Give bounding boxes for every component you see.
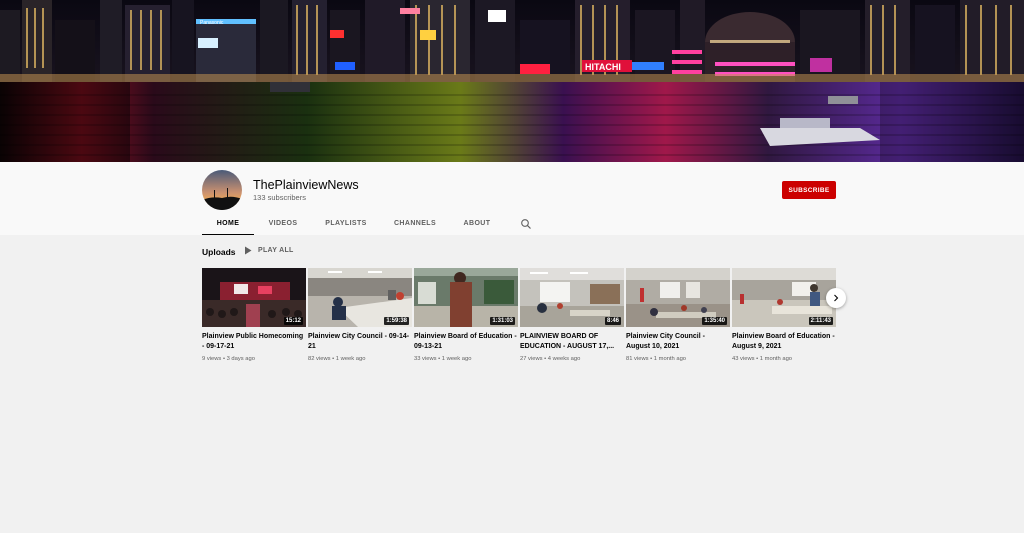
video-duration: 15:12 [283,317,303,325]
avatar-image [202,170,242,210]
video-meta: 33 views • 1 week ago [414,356,472,362]
shelf-next-button[interactable] [826,288,846,308]
channel-banner: HITACHI Panasonic [0,0,1024,162]
video-duration: 1:31:03 [490,317,515,325]
video-title[interactable]: Plainview City Council - 09-14-21 [308,332,412,352]
video-card[interactable]: 2:11:43 Plainview Board of Education - A… [732,268,836,362]
video-duration: 8:46 [604,317,621,325]
channel-header: ThePlainviewNews 133 subscribers SUBSCRI… [0,162,1024,235]
video-title[interactable]: Plainview Board of Education - August 9,… [732,332,836,352]
video-card[interactable]: 1:31:03 Plainview Board of Education - 0… [414,268,518,362]
play-all-button[interactable]: PLAY ALL [244,246,294,255]
search-icon[interactable] [520,217,532,229]
video-title[interactable]: Plainview City Council - August 10, 2021 [626,332,730,352]
banner-image: HITACHI Panasonic [0,0,1024,162]
video-title[interactable]: Plainview Board of Education - 09-13-21 [414,332,518,352]
video-title[interactable]: Plainview Public Homecoming - 09-17-21 [202,332,306,352]
channel-name: ThePlainviewNews [253,178,359,192]
video-thumbnail[interactable]: 1:35:40 [626,268,730,327]
channel-home-content: Uploads PLAY ALL 15:12 Plainview Public … [0,235,1024,533]
video-duration: 1:59:38 [384,317,409,325]
tab-channels[interactable]: CHANNELS [388,212,442,235]
video-thumbnail[interactable]: 1:59:38 [308,268,412,327]
video-meta: 43 views • 1 month ago [732,356,793,362]
video-duration: 1:35:40 [702,317,727,325]
tab-playlists[interactable]: PLAYLISTS [318,212,374,235]
video-title[interactable]: PLAINVIEW BOARD OF EDUCATION - AUGUST 17… [520,332,624,352]
video-card[interactable]: 15:12 Plainview Public Homecoming - 09-1… [202,268,306,362]
tab-about[interactable]: ABOUT [456,212,498,235]
video-card[interactable]: 1:35:40 Plainview City Council - August … [626,268,730,362]
video-thumbnail[interactable]: 15:12 [202,268,306,327]
video-meta: 9 views • 3 days ago [202,356,255,362]
play-icon [245,246,252,255]
chevron-right-icon [834,294,839,302]
video-meta: 81 views • 1 month ago [626,356,687,362]
video-thumbnail[interactable]: 2:11:43 [732,268,836,327]
video-meta: 27 views • 4 weeks ago [520,356,581,362]
svg-text:Panasonic: Panasonic [200,20,224,26]
video-thumbnail[interactable]: 1:31:03 [414,268,518,327]
video-card[interactable]: 1:59:38 Plainview City Council - 09-14-2… [308,268,412,362]
video-duration: 2:11:43 [808,317,833,325]
subscribe-button[interactable]: SUBSCRIBE [782,181,836,199]
channel-avatar[interactable] [202,170,242,210]
svg-text:HITACHI: HITACHI [585,62,621,72]
play-all-label: PLAY ALL [258,247,294,254]
tab-videos[interactable]: VIDEOS [258,212,308,235]
video-thumbnail[interactable]: 8:46 [520,268,624,327]
video-card[interactable]: 8:46 PLAINVIEW BOARD OF EDUCATION - AUGU… [520,268,624,362]
video-meta: 82 views • 1 week ago [308,356,366,362]
subscriber-count: 133 subscribers [253,193,306,202]
tab-home[interactable]: HOME [202,212,254,235]
uploads-heading[interactable]: Uploads [202,247,236,257]
